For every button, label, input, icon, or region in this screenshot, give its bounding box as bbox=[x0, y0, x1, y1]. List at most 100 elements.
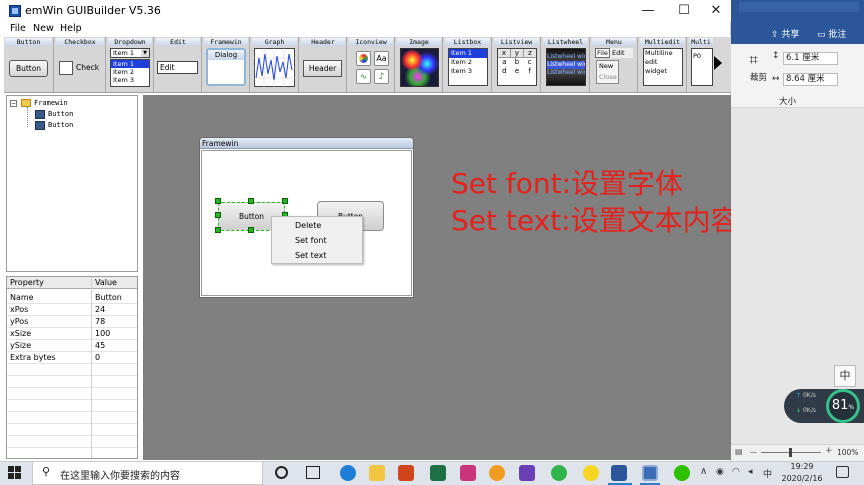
menu-file[interactable]: File bbox=[10, 22, 26, 35]
property-value[interactable]: Button bbox=[95, 292, 122, 304]
minimize-button[interactable]: — bbox=[632, 0, 664, 22]
excel-icon[interactable] bbox=[430, 465, 446, 481]
listview-cell: c bbox=[527, 58, 532, 66]
tool-button[interactable]: Button Button bbox=[4, 37, 54, 92]
tool-header-widget[interactable]: Header Header bbox=[300, 37, 347, 92]
windows-start-icon[interactable] bbox=[8, 466, 22, 480]
resize-handle[interactable] bbox=[215, 227, 221, 233]
context-menu: Delete Set font Set text bbox=[271, 216, 363, 264]
crop-icon[interactable]: ⌗ bbox=[749, 50, 758, 70]
menu-close-preview: Close bbox=[599, 73, 617, 81]
width-input[interactable]: 8.64 厘米 bbox=[783, 73, 838, 86]
app-icon-pink[interactable] bbox=[460, 465, 476, 481]
tree-node-button[interactable]: Button bbox=[48, 121, 73, 129]
volume-icon[interactable]: ◂ bbox=[748, 467, 753, 477]
tray-ime-indicator[interactable]: 中 bbox=[763, 467, 772, 480]
widget-tree: − Framewin Button Button bbox=[6, 95, 138, 272]
tool-listview[interactable]: Listview xyz abc def bbox=[493, 37, 541, 92]
menu-new[interactable]: New bbox=[33, 22, 54, 35]
share-button[interactable]: ⇪ 共享 bbox=[771, 27, 799, 40]
property-value[interactable]: 45 bbox=[95, 340, 105, 352]
tray-expand-icon[interactable]: ∧ bbox=[700, 466, 707, 477]
ime-indicator[interactable]: 中 bbox=[834, 365, 856, 387]
memory-gauge[interactable]: 81% bbox=[826, 389, 860, 423]
listwheel-item: Listwheel wid bbox=[547, 53, 586, 60]
font-icon: Aa bbox=[374, 51, 389, 66]
tool-checkbox[interactable]: Checkbox Check bbox=[55, 37, 106, 92]
property-value[interactable]: 0 bbox=[95, 352, 100, 364]
resize-handle[interactable] bbox=[248, 227, 254, 233]
resize-handle[interactable] bbox=[282, 198, 288, 204]
powerpoint-icon[interactable] bbox=[398, 465, 414, 481]
collapse-icon[interactable]: − bbox=[10, 100, 17, 107]
edge-icon[interactable] bbox=[340, 465, 356, 481]
tree-node-framewin[interactable]: Framewin bbox=[34, 99, 68, 107]
tool-multipage[interactable]: Multi P0 bbox=[688, 37, 714, 92]
listview-cell: b bbox=[514, 58, 520, 66]
menu-preview-bar: File Edit bbox=[595, 48, 633, 58]
tool-listbox[interactable]: Listbox Item 1 Item 2 Item 3 bbox=[444, 37, 492, 92]
cortana-icon[interactable] bbox=[275, 466, 288, 479]
framewin-title: Framewin bbox=[200, 138, 413, 149]
wechat-icon[interactable] bbox=[674, 465, 690, 481]
zoom-in-button[interactable]: + bbox=[825, 446, 833, 456]
property-value[interactable]: 24 bbox=[95, 304, 105, 316]
visual-studio-icon[interactable] bbox=[519, 465, 535, 481]
word-ribbon: ⌗ 裁剪 ↕ 6.1 厘米 ↔ 8.64 厘米 大小 bbox=[731, 44, 864, 108]
clock-date: 2020/2/16 bbox=[781, 474, 823, 483]
zoom-thumb[interactable] bbox=[789, 448, 792, 457]
resize-handle[interactable] bbox=[215, 212, 221, 218]
ctx-set-font[interactable]: Set font bbox=[295, 236, 327, 245]
tool-image[interactable]: Image bbox=[396, 37, 443, 92]
tool-framewin[interactable]: Framewin Dialog bbox=[203, 37, 250, 92]
tool-listwheel[interactable]: Listwheel Listwheel wid Listwheel wid Li… bbox=[542, 37, 590, 92]
clock[interactable]: 19:29 2020/2/16 bbox=[777, 461, 827, 485]
column-divider[interactable] bbox=[91, 277, 92, 458]
scroll-right-icon[interactable] bbox=[714, 56, 722, 70]
ctx-delete[interactable]: Delete bbox=[295, 221, 321, 230]
guibuilder-taskbar-icon[interactable] bbox=[642, 465, 658, 481]
property-row[interactable]: Name Button bbox=[7, 292, 137, 304]
property-row[interactable]: xPos 24 bbox=[7, 304, 137, 316]
task-view-icon[interactable] bbox=[306, 466, 320, 479]
resize-handle[interactable] bbox=[248, 198, 254, 204]
tool-menu[interactable]: Menu File Edit New Close bbox=[591, 37, 638, 92]
annotation-line-2: Set text:设置文本内容 bbox=[451, 204, 739, 237]
listview-col: z bbox=[528, 49, 532, 57]
taskbar-search[interactable]: ⚲ 在这里输入你要搜索的内容 bbox=[32, 461, 263, 485]
dropdown-list: Item 1 Item 2 Item 3 bbox=[110, 59, 150, 87]
resize-handle[interactable] bbox=[215, 198, 221, 204]
tool-edit[interactable]: Edit Edit bbox=[155, 37, 202, 92]
tool-dropdown[interactable]: Dropdown Item 1 ▼ Item 1 Item 2 Item 3 bbox=[107, 37, 154, 92]
property-row[interactable]: xSize 100 bbox=[7, 328, 137, 340]
tree-node-button[interactable]: Button bbox=[48, 110, 73, 118]
close-button[interactable]: ✕ bbox=[700, 0, 732, 22]
notification-icon[interactable] bbox=[836, 466, 849, 478]
listbox-item: Item 3 bbox=[451, 67, 472, 75]
tray-app-icon[interactable]: ◉ bbox=[716, 467, 724, 477]
property-row[interactable]: Extra bytes 0 bbox=[7, 352, 137, 364]
property-row[interactable]: yPos 78 bbox=[7, 316, 137, 328]
ctx-set-text[interactable]: Set text bbox=[295, 251, 326, 260]
comment-button[interactable]: ▭ 批注 bbox=[817, 27, 846, 40]
width-icon: ↔ bbox=[772, 74, 780, 84]
property-value[interactable]: 78 bbox=[95, 316, 105, 328]
menu-help[interactable]: Help bbox=[60, 22, 82, 35]
property-value[interactable]: 100 bbox=[95, 328, 110, 340]
header-preview: Header bbox=[303, 60, 342, 77]
wifi-icon[interactable]: ◠ bbox=[732, 467, 740, 477]
property-row[interactable]: ySize 45 bbox=[7, 340, 137, 352]
browser-icon[interactable] bbox=[551, 465, 567, 481]
zoom-out-button[interactable]: － bbox=[749, 446, 758, 459]
height-input[interactable]: 6.1 厘米 bbox=[783, 52, 838, 65]
maximize-button[interactable]: ☐ bbox=[668, 0, 700, 22]
layout-icon[interactable]: ▤ bbox=[735, 447, 743, 456]
word-taskbar-icon[interactable] bbox=[611, 465, 627, 481]
tool-iconview[interactable]: Iconview Aa ∿ ♪ bbox=[348, 37, 395, 92]
app-icon-yellow[interactable] bbox=[583, 465, 599, 481]
search-app-icon[interactable] bbox=[489, 465, 505, 481]
tool-multiedit[interactable]: Multiedit Multiline edit widget bbox=[639, 37, 687, 92]
file-explorer-icon[interactable] bbox=[369, 465, 385, 481]
listbox-preview: Item 1 Item 2 Item 3 bbox=[448, 48, 488, 86]
tool-graph[interactable]: Graph bbox=[251, 37, 299, 92]
